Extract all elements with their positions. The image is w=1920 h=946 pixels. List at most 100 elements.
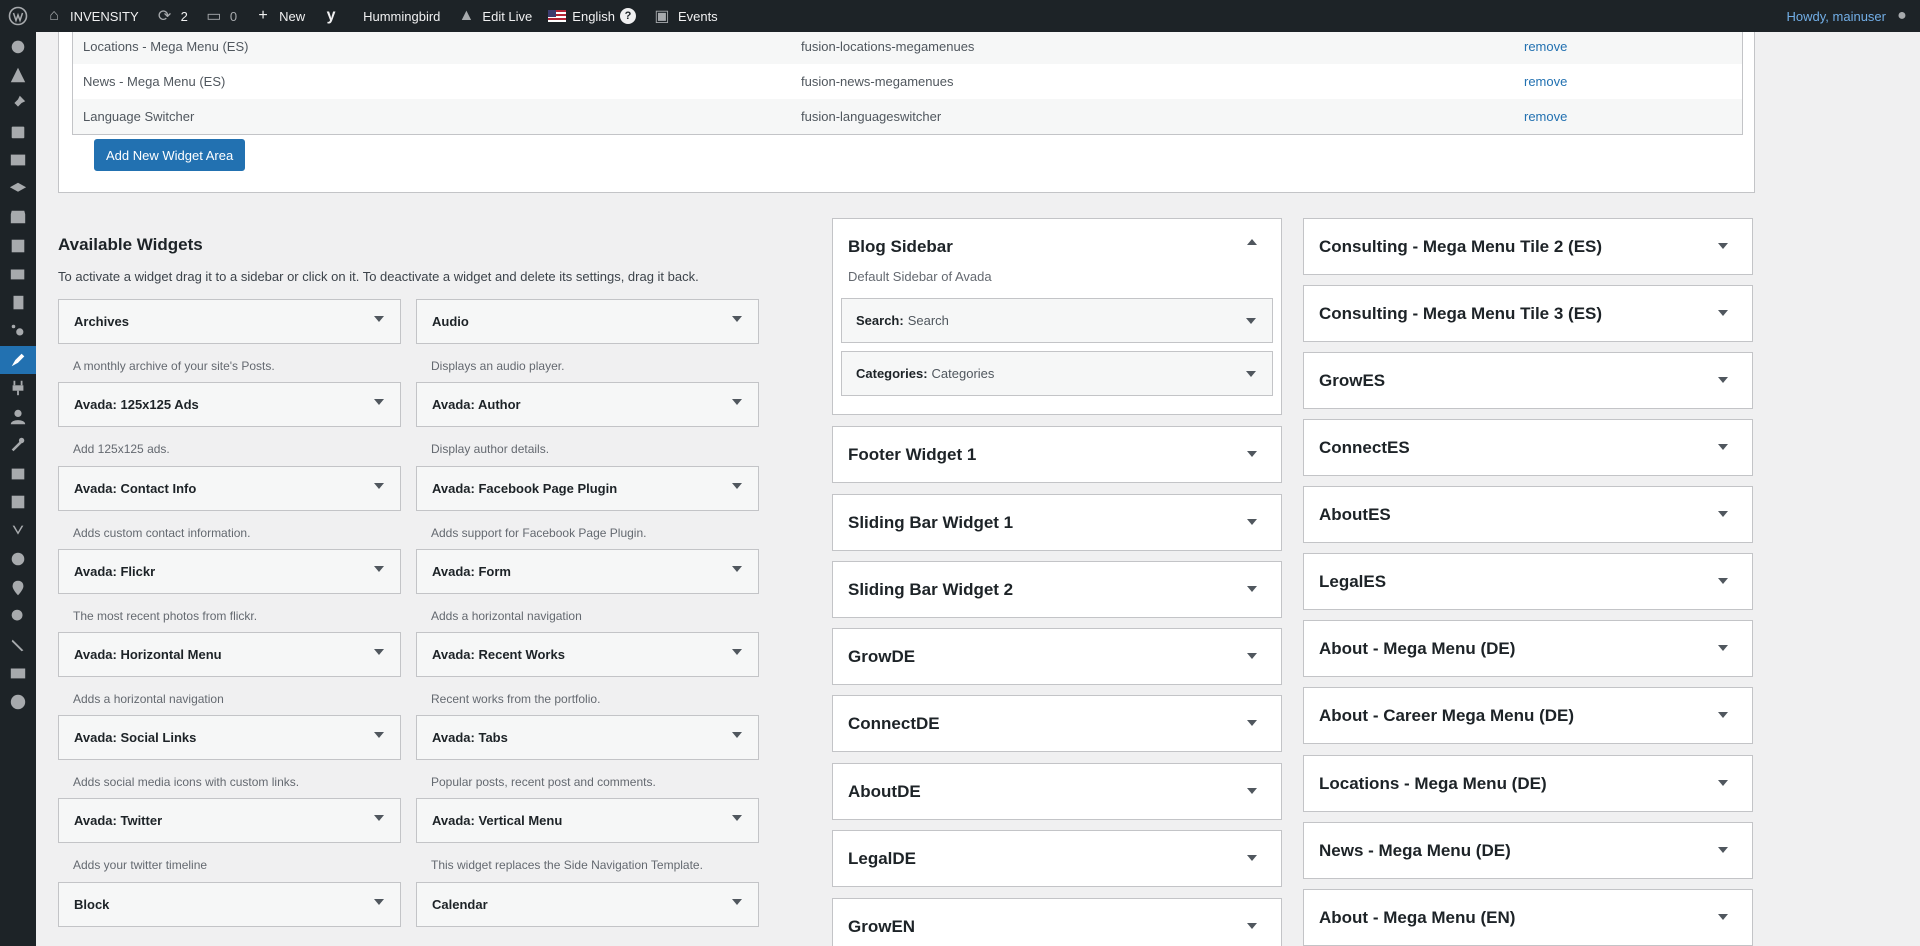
sidebar-consulting-tile-3-es[interactable]: Consulting - Mega Menu Tile 3 (ES)	[1303, 285, 1753, 342]
chevron-down-icon	[374, 649, 384, 655]
tools-icon[interactable]	[0, 431, 36, 460]
widget-description: Displays an audio player.	[431, 359, 565, 373]
yoast-menu-icon[interactable]	[0, 517, 36, 546]
sidebar-sliding-bar-1[interactable]: Sliding Bar Widget 1	[832, 494, 1282, 551]
sidebar-growen[interactable]: GrowEN	[832, 898, 1282, 946]
posts-pin-icon[interactable]	[0, 89, 36, 118]
courses-icon[interactable]	[0, 175, 36, 204]
widget-avada-form[interactable]: Avada: Form	[416, 549, 759, 594]
widget-avada-horizontal-menu[interactable]: Avada: Horizontal Menu	[58, 632, 401, 677]
sidebar-footer-widget-1[interactable]: Footer Widget 1	[832, 426, 1282, 483]
widget-avada-flickr[interactable]: Avada: Flickr	[58, 549, 401, 594]
chevron-down-icon	[1718, 444, 1728, 450]
widget-avada-social-links[interactable]: Avada: Social Links	[58, 715, 401, 760]
pages-icon[interactable]	[0, 289, 36, 318]
sidebar-connectes[interactable]: ConnectES	[1303, 419, 1753, 476]
widget-avada-recent-works[interactable]: Avada: Recent Works	[416, 632, 759, 677]
mail-icon[interactable]	[0, 659, 36, 688]
sidebar-aboutde[interactable]: AboutDE	[832, 763, 1282, 820]
sidebar-header[interactable]: Blog Sidebar	[833, 219, 1281, 274]
widget-calendar[interactable]: Calendar	[416, 882, 759, 927]
sidebar-widget-categories[interactable]: Categories: Categories	[841, 351, 1273, 396]
settings-panel-icon[interactable]	[0, 460, 36, 489]
sidebar-growes[interactable]: GrowES	[1303, 352, 1753, 409]
chevron-down-icon	[374, 815, 384, 821]
search-plugin-icon[interactable]	[0, 602, 36, 631]
events-icon[interactable]	[0, 118, 36, 147]
chevron-down-icon	[1247, 653, 1257, 659]
sidebar-consulting-tile-2-es[interactable]: Consulting - Mega Menu Tile 2 (ES)	[1303, 218, 1753, 275]
widget-avada-ads[interactable]: Avada: 125x125 Ads	[58, 382, 401, 427]
plus-icon: +	[258, 7, 268, 24]
widget-description: A monthly archive of your site's Posts.	[73, 359, 275, 373]
chevron-down-icon	[1247, 855, 1257, 861]
site-name-link[interactable]: ⌂ INVENSITY	[36, 0, 147, 32]
store-icon[interactable]	[0, 203, 36, 232]
hummingbird-link[interactable]: Hummingbird	[355, 0, 448, 32]
chevron-down-icon	[374, 566, 384, 572]
sidebar-connectde[interactable]: ConnectDE	[832, 695, 1282, 752]
hummingbird-menu-icon[interactable]	[0, 545, 36, 574]
appearance-icon[interactable]	[0, 345, 36, 374]
widget-avada-vertical-menu[interactable]: Avada: Vertical Menu	[416, 798, 759, 843]
sidebar-growde[interactable]: GrowDE	[832, 628, 1282, 685]
sidebar-sliding-bar-2[interactable]: Sliding Bar Widget 2	[832, 561, 1282, 618]
widget-archives[interactable]: Archives	[58, 299, 401, 344]
media-library-icon[interactable]	[0, 232, 36, 261]
sidebar-news-de[interactable]: News - Mega Menu (DE)	[1303, 822, 1753, 879]
table-row: Locations - Mega Menu (ES) fusion-locati…	[73, 32, 1742, 64]
media-icon[interactable]	[0, 146, 36, 175]
wordpress-logo-icon[interactable]	[0, 0, 36, 32]
gallery-icon[interactable]	[0, 260, 36, 289]
widget-avada-tabs[interactable]: Avada: Tabs	[416, 715, 759, 760]
location-pin-icon[interactable]	[0, 574, 36, 603]
events-link[interactable]: ▣ Events	[644, 0, 726, 32]
remove-link[interactable]: remove	[1524, 39, 1567, 54]
my-account-link[interactable]: Howdy, mainuser ●	[1779, 0, 1920, 32]
chevron-down-icon	[374, 483, 384, 489]
chevron-down-icon	[1247, 586, 1257, 592]
sidebar-legales[interactable]: LegalES	[1303, 553, 1753, 610]
dashboard-icon[interactable]	[0, 32, 36, 61]
cleaner-icon[interactable]	[0, 631, 36, 660]
chevron-down-icon	[374, 316, 384, 322]
admin-menu	[0, 32, 36, 946]
avada-menu-icon[interactable]	[0, 61, 36, 90]
language-switcher[interactable]: English ?	[540, 0, 644, 32]
widget-avada-contact-info[interactable]: Avada: Contact Info	[58, 466, 401, 511]
chevron-down-icon	[1718, 310, 1728, 316]
comments-link[interactable]: ▭ 0	[196, 0, 245, 32]
users-icon[interactable]	[0, 403, 36, 432]
widget-description: Recent works from the portfolio.	[431, 692, 601, 706]
hubspot-icon[interactable]	[0, 317, 36, 346]
new-content-link[interactable]: + New	[245, 0, 313, 32]
chevron-down-icon	[732, 732, 742, 738]
chevron-down-icon	[1246, 318, 1256, 324]
widget-areas-panel: Locations - Mega Menu (ES) fusion-locati…	[58, 32, 1755, 193]
widget-avada-author[interactable]: Avada: Author	[416, 382, 759, 427]
sidebar-legalde[interactable]: LegalDE	[832, 830, 1282, 887]
widget-description: The most recent photos from flickr.	[73, 609, 258, 623]
sidebar-widget-search[interactable]: Search: Search	[841, 298, 1273, 343]
updates-link[interactable]: ⟳ 2	[147, 0, 196, 32]
widget-block[interactable]: Block	[58, 882, 401, 927]
remove-link[interactable]: remove	[1524, 109, 1567, 124]
sidebar-about-mega-en[interactable]: About - Mega Menu (EN)	[1303, 889, 1753, 946]
remove-link[interactable]: remove	[1524, 74, 1567, 89]
sidebar-abouts[interactable]: AboutES	[1303, 486, 1753, 543]
edit-live-link[interactable]: ▲ Edit Live	[448, 0, 540, 32]
forms-icon[interactable]	[0, 488, 36, 517]
play-icon[interactable]	[0, 688, 36, 717]
sidebar-about-mega-de[interactable]: About - Mega Menu (DE)	[1303, 620, 1753, 677]
widget-description: Display author details.	[431, 442, 550, 456]
add-widget-area-button[interactable]: Add New Widget Area	[94, 139, 246, 171]
sidebar-locations-de[interactable]: Locations - Mega Menu (DE)	[1303, 755, 1753, 812]
widget-avada-twitter[interactable]: Avada: Twitter	[58, 798, 401, 843]
plugins-icon[interactable]	[0, 374, 36, 403]
widget-audio[interactable]: Audio	[416, 299, 759, 344]
sidebar-about-career-de[interactable]: About - Career Mega Menu (DE)	[1303, 687, 1753, 744]
widget-avada-facebook[interactable]: Avada: Facebook Page Plugin	[416, 466, 759, 511]
chevron-down-icon	[374, 732, 384, 738]
yoast-link[interactable]: y	[313, 0, 355, 32]
available-widgets-title: Available Widgets	[58, 235, 203, 254]
